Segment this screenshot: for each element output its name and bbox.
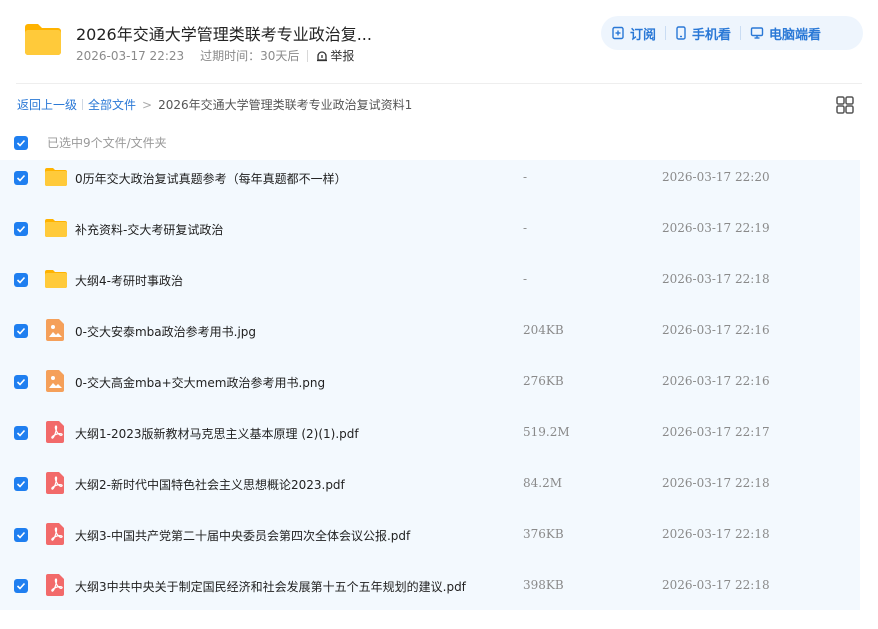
file-size: 519.2M	[523, 425, 570, 439]
check-icon	[16, 327, 26, 335]
file-row[interactable]: 大纲3中共中央关于制定国民经济和社会发展第十五个五年规划的建议.pdf 398K…	[0, 568, 860, 618]
mobile-view-label: 手机看	[692, 27, 732, 43]
file-date: 2026-03-17 22:18	[662, 527, 770, 541]
phone-icon	[676, 26, 686, 40]
file-size: 84.2M	[523, 476, 563, 490]
report-label: 举报	[330, 49, 355, 63]
file-name[interactable]: 补充资料-交大考研复试政治	[75, 221, 223, 238]
select-all-checkbox[interactable]	[14, 135, 28, 150]
file-row[interactable]: 大纲4-考研时事政治 - 2026-03-17 22:18	[0, 262, 860, 312]
page-title: 2026年交通大学管理类联考专业政治复...	[76, 25, 372, 44]
check-icon	[16, 378, 26, 386]
desktop-view-label: 电脑端看	[769, 27, 822, 43]
row-checkbox[interactable]	[14, 375, 28, 389]
folder-icon	[45, 168, 67, 186]
row-checkbox[interactable]	[14, 222, 28, 236]
row-checkbox[interactable]	[14, 477, 28, 491]
back-link[interactable]: 返回上一级	[17, 96, 77, 113]
file-size: -	[523, 272, 528, 286]
created-time: 2026-03-17 22:23	[76, 48, 185, 63]
report-icon	[317, 50, 328, 61]
folder-icon	[45, 270, 67, 288]
file-row[interactable]: 大纲2-新时代中国特色社会主义思想概论2023.pdf 84.2M 2026-0…	[0, 466, 860, 516]
current-folder: 2026年交通大学管理类联考专业政治复试资料1	[158, 98, 413, 112]
folder-icon	[25, 24, 61, 55]
row-checkbox[interactable]	[14, 579, 28, 593]
check-icon	[16, 225, 26, 233]
check-icon	[16, 531, 26, 539]
file-list: 0历年交大政治复试真题参考（每年真题都不一样） - 2026-03-17 22:…	[0, 160, 860, 610]
row-checkbox[interactable]	[14, 273, 28, 287]
report-button[interactable]: 举报	[316, 47, 354, 64]
expire-time: 过期时间：30天后	[200, 49, 300, 63]
file-date: 2026-03-17 22:18	[662, 578, 770, 592]
breadcrumb-separator-icon: >	[142, 97, 153, 112]
subscribe-icon	[612, 26, 624, 40]
file-name[interactable]: 0-交大高金mba+交大mem政治参考用书.png	[75, 374, 325, 391]
file-date: 2026-03-17 22:16	[662, 323, 770, 337]
breadcrumb: 返回上一级 全部文件 > 2026年交通大学管理类联考专业政治复试资料1	[17, 96, 412, 113]
check-icon	[16, 480, 26, 488]
file-date: 2026-03-17 22:17	[662, 425, 770, 439]
check-icon	[16, 429, 26, 437]
grid-view-icon[interactable]	[836, 96, 854, 114]
pdf-file-icon	[46, 421, 64, 443]
file-row[interactable]: 0历年交大政治复试真题参考（每年真题都不一样） - 2026-03-17 22:…	[0, 160, 860, 210]
row-checkbox[interactable]	[14, 426, 28, 440]
pdf-file-icon	[46, 472, 64, 494]
row-checkbox[interactable]	[14, 171, 28, 185]
all-files-link[interactable]: 全部文件	[88, 96, 136, 113]
action-divider	[665, 26, 667, 40]
file-size: -	[523, 170, 528, 184]
file-date: 2026-03-17 22:20	[662, 170, 770, 184]
desktop-view-button[interactable]: 电脑端看	[750, 24, 821, 43]
monitor-icon	[750, 27, 764, 39]
file-name[interactable]: 大纲2-新时代中国特色社会主义思想概论2023.pdf	[75, 476, 345, 493]
file-row[interactable]: 大纲1-2023版新教材马克思主义基本原理 (2)(1).pdf 519.2M …	[0, 415, 860, 465]
file-date: 2026-03-17 22:18	[662, 476, 770, 490]
image-file-icon	[46, 319, 64, 341]
file-row[interactable]: 0-交大高金mba+交大mem政治参考用书.png 276KB 2026-03-…	[0, 364, 860, 414]
meta-divider	[307, 49, 309, 62]
view-actions: 订阅 手机看 电脑端看	[601, 16, 863, 50]
check-icon	[16, 276, 26, 284]
action-divider	[740, 26, 742, 40]
check-icon	[16, 174, 26, 182]
file-size: -	[523, 221, 528, 235]
file-row[interactable]: 0-交大安泰mba政治参考用书.jpg 204KB 2026-03-17 22:…	[0, 313, 860, 363]
check-icon	[16, 139, 26, 147]
file-name[interactable]: 0-交大安泰mba政治参考用书.jpg	[75, 323, 256, 340]
mobile-view-button[interactable]: 手机看	[675, 24, 731, 43]
file-size: 376KB	[523, 527, 564, 541]
file-date: 2026-03-17 22:16	[662, 374, 770, 388]
file-name[interactable]: 大纲3中共中央关于制定国民经济和社会发展第十五个五年规划的建议.pdf	[75, 578, 466, 595]
breadcrumb-divider	[82, 99, 84, 110]
check-icon	[16, 582, 26, 590]
subscribe-label: 订阅	[630, 27, 657, 43]
file-name[interactable]: 0历年交大政治复试真题参考（每年真题都不一样）	[75, 170, 347, 187]
row-checkbox[interactable]	[14, 324, 28, 338]
file-size: 398KB	[523, 578, 564, 592]
file-row[interactable]: 大纲3-中国共产党第二十届中央委员会第四次全体会议公报.pdf 376KB 20…	[0, 517, 860, 567]
image-file-icon	[46, 370, 64, 392]
pdf-file-icon	[46, 523, 64, 545]
file-date: 2026-03-17 22:18	[662, 272, 770, 286]
subscribe-button[interactable]: 订阅	[611, 24, 656, 43]
header-divider	[16, 83, 862, 84]
selection-bar: 已选中9个文件/文件夹	[14, 134, 167, 151]
share-header: 2026年交通大学管理类联考专业政治复... 2026-03-17 22:23 …	[0, 0, 878, 84]
share-meta: 2026-03-17 22:23 过期时间：30天后 举报	[76, 47, 354, 64]
file-date: 2026-03-17 22:19	[662, 221, 770, 235]
file-name[interactable]: 大纲4-考研时事政治	[75, 272, 183, 289]
selection-count: 已选中9个文件/文件夹	[47, 136, 167, 150]
file-name[interactable]: 大纲1-2023版新教材马克思主义基本原理 (2)(1).pdf	[75, 425, 359, 442]
pdf-file-icon	[46, 574, 64, 596]
row-checkbox[interactable]	[14, 528, 28, 542]
file-size: 276KB	[523, 374, 564, 388]
file-name[interactable]: 大纲3-中国共产党第二十届中央委员会第四次全体会议公报.pdf	[75, 527, 410, 544]
folder-icon	[45, 219, 67, 237]
file-row[interactable]: 补充资料-交大考研复试政治 - 2026-03-17 22:19	[0, 211, 860, 261]
file-size: 204KB	[523, 323, 564, 337]
